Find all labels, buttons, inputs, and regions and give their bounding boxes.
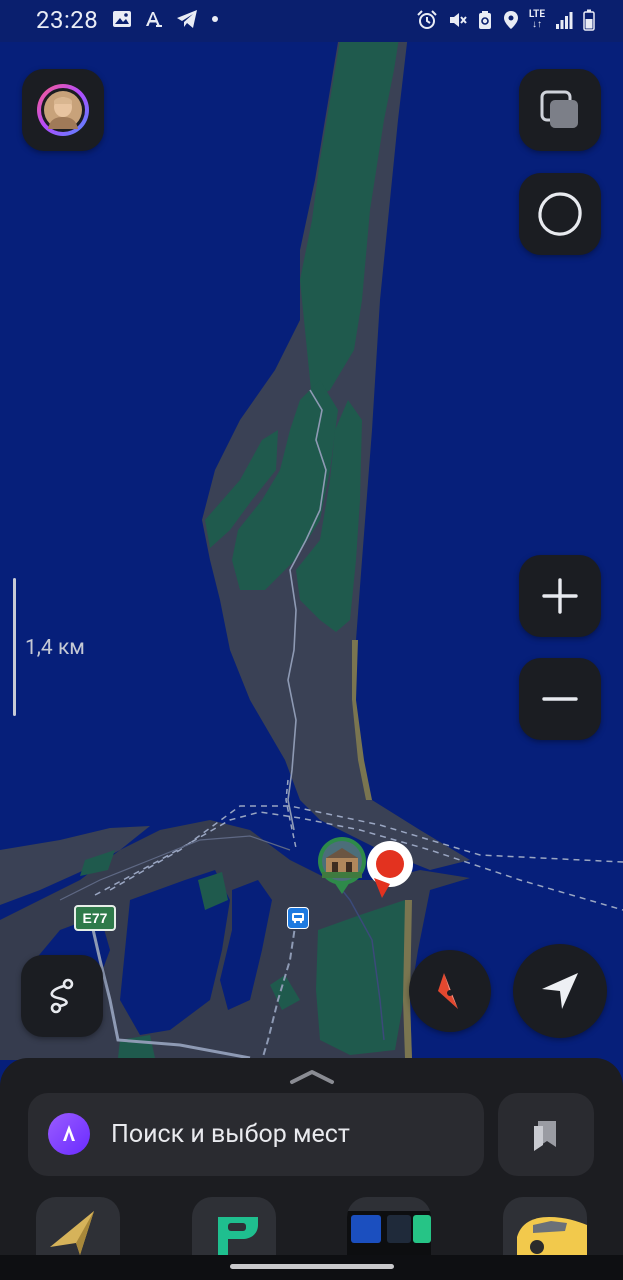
route-button[interactable]	[21, 955, 103, 1037]
translate-icon	[146, 12, 162, 27]
transport-app[interactable]	[347, 1197, 431, 1255]
scale-bar	[13, 578, 16, 716]
avatar	[37, 84, 89, 136]
bus-stop-icon[interactable]	[287, 907, 309, 929]
battery-icon	[583, 9, 595, 31]
alice-assistant-button[interactable]	[519, 173, 601, 255]
zoom-out-button[interactable]	[519, 658, 601, 740]
parking-icon	[218, 1217, 258, 1255]
home-gesture-pill[interactable]	[230, 1264, 394, 1269]
taxi-app[interactable]	[503, 1197, 587, 1255]
road-badge-e77: E77	[74, 905, 116, 931]
bookmarks-icon	[534, 1120, 556, 1151]
signal-icon	[556, 12, 573, 29]
location-icon	[503, 11, 518, 29]
minus-icon	[542, 697, 578, 701]
dot-icon	[212, 16, 218, 22]
search-placeholder[interactable]: Поиск и выбор мест	[111, 1120, 350, 1149]
my-location-button[interactable]	[513, 944, 607, 1038]
status-time: 23:28	[36, 6, 99, 34]
lte-icon: LTE ↓↑	[528, 9, 545, 30]
zoom-in-button[interactable]	[519, 555, 601, 637]
taxi-icon	[517, 1217, 587, 1255]
locate-arrow-icon	[542, 973, 578, 1009]
navigator-icon	[50, 1211, 94, 1255]
transport-icon	[347, 1211, 431, 1255]
location-pin-marker[interactable]	[366, 840, 414, 900]
telegram-icon	[177, 10, 197, 28]
poi-photo-marker[interactable]	[316, 836, 368, 894]
scale-label: 1,4 км	[25, 636, 85, 660]
layers-icon	[540, 90, 578, 128]
image-icon	[113, 11, 131, 27]
navigator-app[interactable]	[36, 1197, 120, 1255]
search-bar[interactable]: Поиск и выбор мест	[28, 1093, 484, 1176]
alarm-icon	[417, 10, 437, 29]
mute-icon	[449, 13, 467, 27]
alice-ring-icon	[538, 192, 582, 236]
profile-button[interactable]	[22, 69, 104, 151]
plus-icon	[542, 578, 578, 614]
status-bar: 23:28 LTE ↓↑	[0, 0, 623, 42]
alice-icon[interactable]	[48, 1113, 90, 1155]
layers-button[interactable]	[519, 69, 601, 151]
bookmarks-button[interactable]	[498, 1093, 594, 1176]
route-icon	[50, 978, 74, 1014]
sheet-handle-chevron-icon[interactable]	[289, 1068, 335, 1086]
compass-icon	[438, 973, 458, 1009]
parking-app[interactable]	[192, 1197, 276, 1255]
battery-saver-icon	[478, 11, 491, 29]
compass-button[interactable]	[409, 950, 491, 1032]
